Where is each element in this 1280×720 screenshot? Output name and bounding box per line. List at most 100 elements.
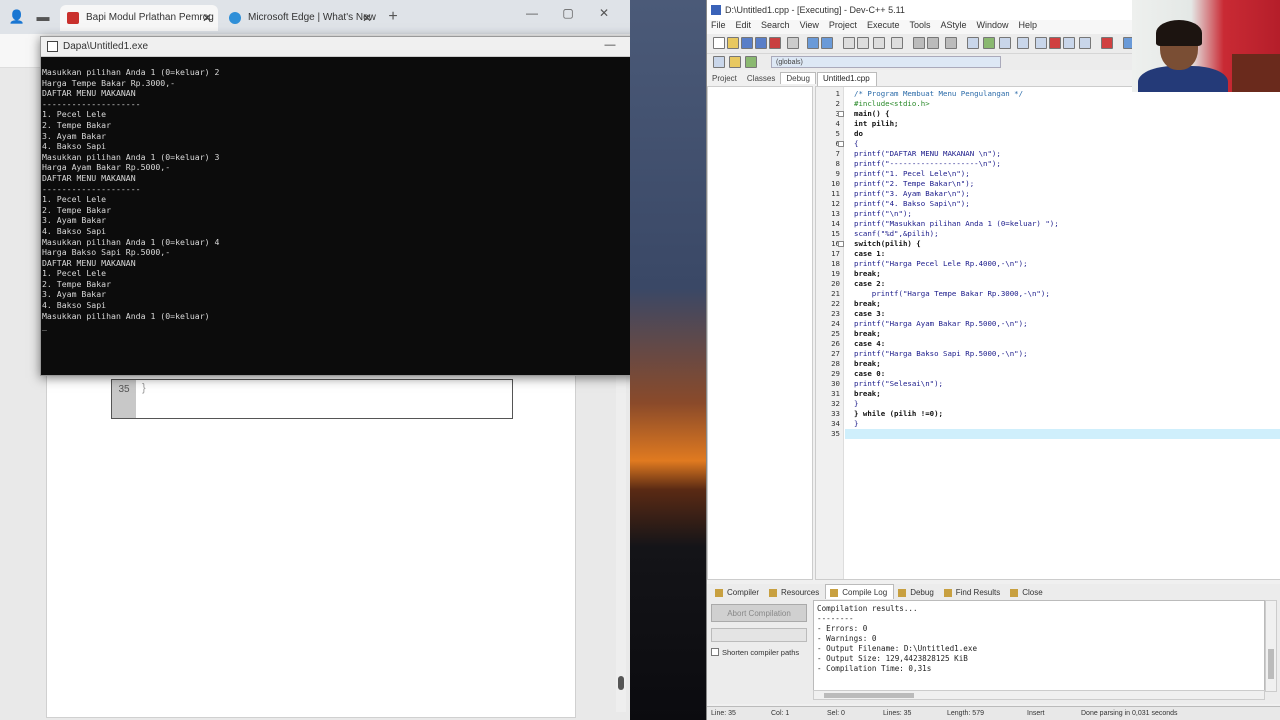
options-icon[interactable] [1079, 37, 1091, 49]
code-editor[interactable]: 1234567891011121314151617181920212223242… [815, 86, 1280, 580]
class-browser-icon[interactable] [713, 56, 725, 68]
tab-compile-log[interactable]: Compile Log [825, 584, 895, 599]
code-line[interactable]: do [854, 129, 863, 138]
fold-toggle-icon[interactable] [838, 111, 844, 117]
tab-untitled1[interactable]: Untitled1.cpp [817, 72, 877, 86]
tab-project[interactable]: Project [707, 73, 742, 84]
unindent-icon[interactable] [927, 37, 939, 49]
tab-find-results[interactable]: Find Results [940, 585, 1006, 599]
code-line[interactable]: case 2: [854, 279, 885, 288]
scrollbar-thumb[interactable] [824, 693, 914, 698]
checkbox-icon[interactable] [711, 648, 719, 656]
tab-edge-whats-new[interactable]: Microsoft Edge | What's New ✕ [222, 5, 378, 31]
find-next-icon[interactable] [873, 37, 885, 49]
tab-debug[interactable]: Debug [780, 72, 816, 84]
scrollbar-thumb[interactable] [618, 676, 624, 690]
save-icon[interactable] [741, 37, 753, 49]
tab-pdf-module[interactable]: Bapi Modul Prlathan Pemrog ✕ [60, 5, 218, 31]
code-line[interactable]: printf("Harga Ayam Bakar Rp.5000,-\n"); [854, 319, 1028, 328]
code-line[interactable]: printf("3. Ayam Bakar\n"); [854, 189, 970, 198]
new-tab-button[interactable]: + [384, 8, 402, 26]
redo-icon[interactable] [821, 37, 833, 49]
console-window[interactable]: Dapa\Untitled1.exe —▢✕ Masukkan pilihan … [40, 36, 690, 376]
code-line[interactable]: break; [854, 329, 881, 338]
bookmark-icon[interactable] [729, 56, 741, 68]
debug-icon[interactable] [1035, 37, 1047, 49]
print-icon[interactable] [787, 37, 799, 49]
code-line[interactable]: break; [854, 299, 881, 308]
stop-icon[interactable] [1049, 37, 1061, 49]
console-titlebar[interactable]: Dapa\Untitled1.exe —▢✕ [41, 37, 689, 57]
tab-debug[interactable]: Debug [894, 585, 940, 599]
shorten-paths-option[interactable]: Shorten compiler paths [711, 648, 799, 657]
tab-classes[interactable]: Classes [742, 73, 780, 84]
menu-item-project[interactable]: Project [829, 20, 857, 30]
log-horizontal-scrollbar[interactable] [813, 690, 1265, 700]
code-line[interactable]: break; [854, 389, 881, 398]
menu-item-search[interactable]: Search [761, 20, 790, 30]
toggle-comment-icon[interactable] [945, 37, 957, 49]
run-icon[interactable] [983, 37, 995, 49]
indent-icon[interactable] [913, 37, 925, 49]
code-line[interactable]: printf("2. Tempe Bakar\n"); [854, 179, 974, 188]
code-line[interactable]: printf("Harga Pecel Lele Rp.4000,-\n"); [854, 259, 1028, 268]
code-line[interactable]: printf("4. Bakso Sapi\n"); [854, 199, 970, 208]
code-line[interactable]: int pilih; [854, 119, 899, 128]
tab-actions-icon[interactable]: ▬ [34, 8, 52, 26]
code-line[interactable]: case 3: [854, 309, 885, 318]
minimize-button[interactable]: — [514, 6, 550, 20]
tab-resources[interactable]: Resources [765, 585, 825, 599]
code-line[interactable]: } while (pilih !=0); [854, 409, 943, 418]
code-line[interactable]: case 0: [854, 369, 885, 378]
code-line[interactable]: /* Program Membuat Menu Pengulangan */ [854, 89, 1023, 98]
close-window-button[interactable]: ✕ [586, 6, 622, 20]
code-line[interactable]: { [854, 139, 858, 148]
globals-select[interactable]: (globals) [771, 56, 1001, 68]
grid-view-icon[interactable] [1063, 37, 1075, 49]
fold-toggle-icon[interactable] [838, 241, 844, 247]
menu-item-file[interactable]: File [711, 20, 726, 30]
undo-icon[interactable] [807, 37, 819, 49]
menu-item-astyle[interactable]: AStyle [940, 20, 966, 30]
menu-item-view[interactable]: View [800, 20, 819, 30]
code-line[interactable]: printf("\n"); [854, 209, 912, 218]
profile-icon[interactable]: 👤 [8, 8, 26, 26]
code-line[interactable]: } [854, 419, 858, 428]
fold-toggle-icon[interactable] [838, 141, 844, 147]
code-line[interactable]: printf("1. Pecel Lele\n"); [854, 169, 970, 178]
check-syntax-icon[interactable] [1101, 37, 1113, 49]
code-line[interactable]: switch(pilih) { [854, 239, 921, 248]
menu-item-execute[interactable]: Execute [867, 20, 900, 30]
tab-close[interactable]: Close [1006, 585, 1048, 599]
code-line[interactable]: case 4: [854, 339, 885, 348]
code-line[interactable]: #include<stdio.h> [854, 99, 930, 108]
menu-item-tools[interactable]: Tools [909, 20, 930, 30]
minimize-button[interactable]: — [595, 39, 625, 51]
code-line[interactable]: case 1: [854, 249, 885, 258]
code-line[interactable]: scanf("%d",&pilih); [854, 229, 939, 238]
close-icon[interactable]: ✕ [202, 5, 212, 31]
new-file-icon[interactable] [713, 37, 725, 49]
abort-compilation-button[interactable]: Abort Compilation [711, 604, 807, 622]
code-line[interactable]: printf("--------------------\n"); [854, 159, 1001, 168]
console-output[interactable]: Masukkan pilihan Anda 1 (0=keluar) 2 Harg… [41, 67, 679, 373]
menu-item-window[interactable]: Window [977, 20, 1009, 30]
code-line[interactable]: } [854, 399, 858, 408]
close-icon[interactable] [769, 37, 781, 49]
maximize-button[interactable]: ▢ [550, 6, 586, 20]
rebuild-icon[interactable] [1017, 37, 1029, 49]
open-icon[interactable] [727, 37, 739, 49]
code-line[interactable]: printf("Harga Tempe Bakar Rp.3000,-\n"); [854, 289, 1050, 298]
code-line[interactable]: break; [854, 359, 881, 368]
goto-line-icon[interactable] [891, 37, 903, 49]
code-line[interactable]: printf("DAFTAR MENU MAKANAN \n"); [854, 149, 1001, 158]
menu-item-help[interactable]: Help [1019, 20, 1038, 30]
save-all-icon[interactable] [755, 37, 767, 49]
compile-log[interactable]: Compilation results... -------- - Errors: … [813, 600, 1265, 692]
compile-run-icon[interactable] [999, 37, 1011, 49]
code-line[interactable]: printf("Masukkan pilihan Anda 1 (0=kelua… [854, 219, 1059, 228]
scrollbar-thumb[interactable] [1268, 649, 1274, 679]
goto-icon[interactable] [745, 56, 757, 68]
replace-icon[interactable] [857, 37, 869, 49]
log-vertical-scrollbar[interactable] [1265, 600, 1277, 692]
